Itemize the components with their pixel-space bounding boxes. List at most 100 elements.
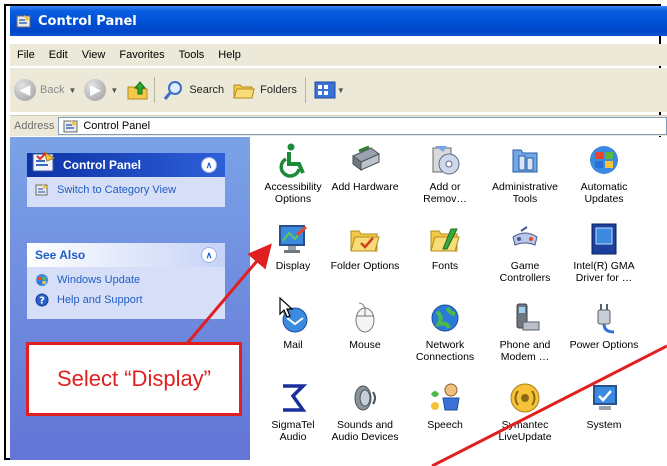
chevron-down-icon[interactable]: ▼ <box>110 86 118 95</box>
accessibility-options-item[interactable]: Accessibility Options <box>253 142 333 205</box>
sigmatel-audio-icon <box>283 384 308 412</box>
back-button[interactable]: ◀ Back ▼ <box>14 79 80 101</box>
automatic-updates-item[interactable]: Automatic Updates <box>564 142 644 205</box>
mouse-item[interactable]: Mouse <box>325 300 405 351</box>
search-label: Search <box>189 84 225 96</box>
menu-bar: File Edit View Favorites Tools Help <box>10 44 667 66</box>
add-remove-programs-item[interactable]: Add or Remov… <box>405 142 485 205</box>
sigmatel-audio-item[interactable]: SigmaTel Audio <box>253 380 333 443</box>
add-hardware-icon <box>352 145 380 171</box>
address-label: Address <box>14 120 55 132</box>
see-also-title: See Also <box>35 248 86 262</box>
see-also-header[interactable]: See Also ∧ <box>27 243 225 267</box>
item-label-line2: Driver for … <box>575 272 633 284</box>
folder-options-icon <box>350 230 380 252</box>
fonts-item[interactable]: Fonts <box>405 221 485 272</box>
back-label: Back <box>40 84 65 96</box>
item-label: Add or <box>429 181 461 193</box>
collapse-icon[interactable]: ∧ <box>201 247 217 263</box>
sounds-audio-devices-item[interactable]: Sounds and Audio Devices <box>325 380 405 443</box>
item-label: Game <box>510 260 540 272</box>
switch-category-view-link[interactable]: Switch to Category View <box>27 177 225 207</box>
speech-item[interactable]: Speech <box>405 380 485 431</box>
windows-update-label: Windows Update <box>57 274 141 286</box>
views-button[interactable]: ▼ <box>314 80 349 100</box>
item-label-line2: Tools <box>512 193 538 205</box>
annotation-callout: Select “Display” <box>26 342 242 416</box>
item-label: Automatic <box>580 181 628 193</box>
toolbar: ◀ Back ▼ ▶ ▼ Search Folders ▼ <box>10 68 667 112</box>
search-button[interactable]: Search <box>163 79 224 101</box>
item-label: Intel(R) GMA <box>573 260 635 272</box>
item-label-line2: Options <box>274 193 312 205</box>
accessibility-icon <box>279 143 305 178</box>
item-label: Symantec <box>501 419 549 431</box>
folders-icon <box>233 84 255 99</box>
help-icon: ? <box>35 293 49 307</box>
menu-help[interactable]: Help <box>218 49 241 61</box>
game-controller-icon <box>512 226 538 246</box>
up-folder-icon <box>127 81 148 100</box>
toolbar-separator <box>304 77 306 103</box>
network-connections-item[interactable]: Network Connections <box>405 300 485 363</box>
collapse-icon[interactable]: ∧ <box>201 157 217 173</box>
search-icon <box>164 81 183 100</box>
phone-modem-item[interactable]: Phone and Modem … <box>485 300 565 363</box>
display-item[interactable]: Display <box>253 221 333 272</box>
item-label: Sounds and <box>336 419 394 431</box>
phone-modem-icon <box>516 303 540 331</box>
administrative-tools-item[interactable]: Administrative Tools <box>485 142 565 205</box>
speech-icon <box>431 383 460 411</box>
item-label-line2: Updates <box>584 193 624 205</box>
window-title: Control Panel <box>38 13 137 29</box>
chevron-down-icon[interactable]: ▼ <box>68 86 76 95</box>
power-options-item[interactable]: Power Options <box>564 300 644 351</box>
network-icon <box>431 304 459 332</box>
see-also-box: See Also ∧ Windows Update ? Help and Sup… <box>27 243 225 319</box>
item-label: Power Options <box>569 339 639 351</box>
control-panel-box-title: Control Panel <box>63 158 142 172</box>
folders-button[interactable]: Folders <box>232 79 297 101</box>
control-panel-icon <box>32 150 56 172</box>
menu-edit[interactable]: Edit <box>49 49 68 61</box>
forward-arrow-icon: ▶ <box>84 79 107 101</box>
menu-tools[interactable]: Tools <box>179 49 205 61</box>
item-label: Mouse <box>349 339 381 351</box>
mouse-icon <box>355 302 375 333</box>
item-label: Accessibility <box>264 181 322 193</box>
item-label-line2: Connections <box>415 351 475 363</box>
windows-update-link[interactable]: Windows Update <box>27 267 225 291</box>
administrative-tools-icon <box>512 149 538 173</box>
menu-view[interactable]: View <box>82 49 106 61</box>
chevron-down-icon[interactable]: ▼ <box>337 86 345 95</box>
forward-button[interactable]: ▶ ▼ <box>84 79 122 101</box>
item-label: Add Hardware <box>331 181 399 193</box>
control-panel-icon <box>63 120 78 133</box>
menu-favorites[interactable]: Favorites <box>119 49 164 61</box>
item-label: Fonts <box>431 260 459 272</box>
item-label: Mail <box>283 339 303 351</box>
intel-gma-driver-item[interactable]: Intel(R) GMA Driver for … <box>564 221 644 284</box>
help-support-link[interactable]: ? Help and Support <box>27 291 225 319</box>
add-hardware-item[interactable]: Add Hardware <box>325 142 405 193</box>
control-panel-box: Control Panel ∧ Switch to Category View <box>27 150 225 207</box>
switch-category-view-label: Switch to Category View <box>57 184 177 196</box>
item-label-line2: Audio Devices <box>331 431 399 443</box>
up-folder-button[interactable] <box>126 78 150 102</box>
folder-options-item[interactable]: Folder Options <box>325 221 405 272</box>
control-panel-box-header[interactable]: Control Panel ∧ <box>27 150 225 177</box>
address-input[interactable]: Control Panel <box>58 117 667 135</box>
item-label: Administrative <box>492 181 558 193</box>
menu-file[interactable]: File <box>17 49 35 61</box>
item-label-line2: Remov… <box>423 193 467 205</box>
back-arrow-icon: ◀ <box>14 79 36 101</box>
symantec-liveupdate-item[interactable]: Symantec LiveUpdate <box>485 380 565 443</box>
system-item[interactable]: System <box>564 380 644 431</box>
system-icon <box>593 385 617 410</box>
item-label: SigmaTel <box>271 419 315 431</box>
item-label: Phone and <box>499 339 551 351</box>
item-label: Speech <box>427 419 463 431</box>
title-bar: Control Panel <box>10 6 667 36</box>
game-controllers-item[interactable]: Game Controllers <box>485 221 565 284</box>
control-panel-icon <box>16 15 31 28</box>
